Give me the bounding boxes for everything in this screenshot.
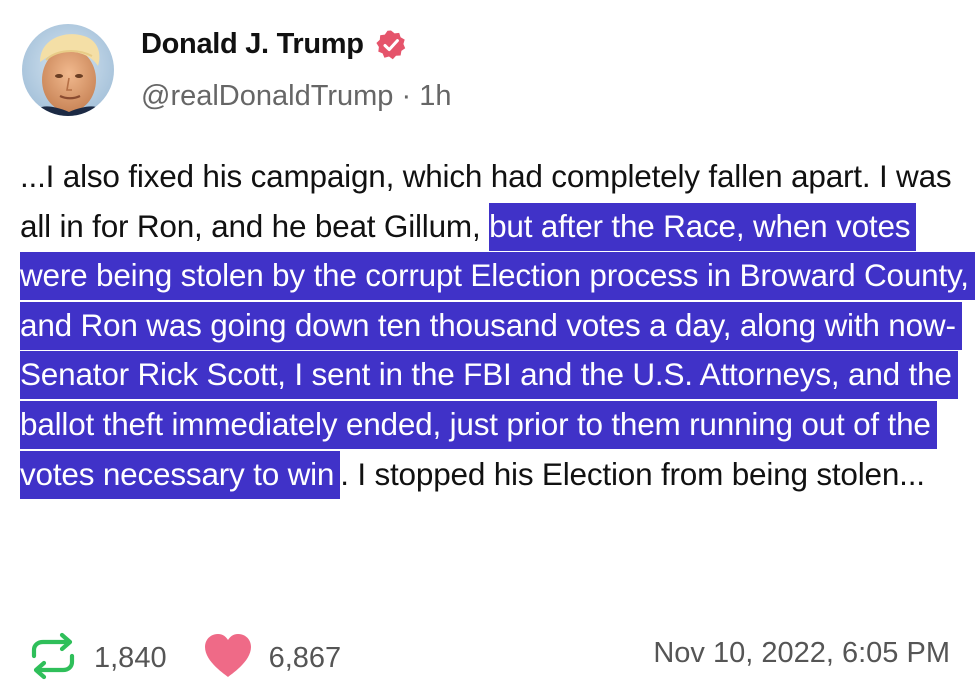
profile-avatar[interactable] [22,24,114,116]
avatar-image [22,24,114,116]
post-timestamp[interactable]: Nov 10, 2022, 6:05 PM [653,637,950,670]
post-age[interactable]: 1h [419,80,451,112]
verified-badge-icon [375,29,407,61]
author-handle[interactable]: @realDonaldTrump [141,80,393,112]
heart-icon [201,632,255,685]
post-text-highlighted: but after the Race, when votes were bein… [20,202,975,499]
author-meta-row: @realDonaldTrump · 1h [141,80,451,113]
repost-count: 1,840 [94,642,167,674]
post-actions: 1,840 6,867 [26,632,341,685]
post-body: ...I also fixed his campaign, which had … [20,152,975,499]
repost-button[interactable]: 1,840 [26,632,167,685]
like-count: 6,867 [268,642,342,674]
post-text-after: . I stopped his Election from being stol… [340,455,925,492]
like-button[interactable]: 6,867 [201,632,342,685]
meta-separator: · [401,80,412,112]
repost-icon [26,632,80,685]
author-display-name[interactable]: Donald J. Trump [141,28,364,61]
author-name-row: Donald J. Trump [141,28,407,61]
